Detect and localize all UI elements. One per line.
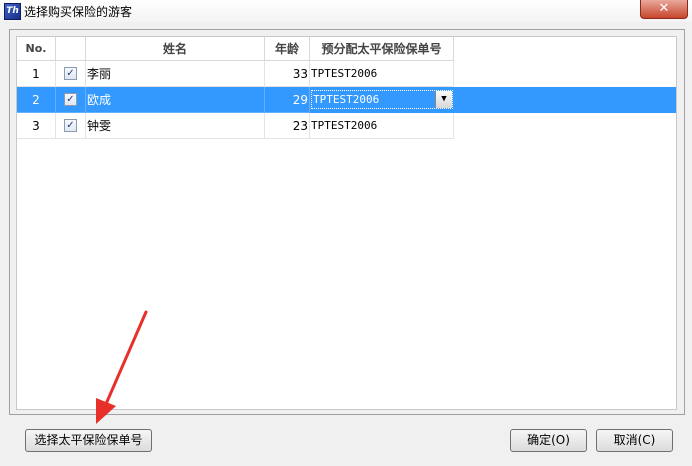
row-number: 3: [17, 113, 56, 139]
window-title: 选择购买保险的游客: [24, 5, 133, 19]
policy-number-dropdown[interactable]: TPTEST2006 ▼: [311, 90, 453, 109]
close-icon: ✕: [658, 1, 670, 16]
title-bar: Th 选择购买保险的游客 ✕: [0, 0, 692, 22]
chevron-down-icon[interactable]: ▼: [435, 91, 452, 108]
row-number: 2: [17, 87, 56, 113]
column-header-policy[interactable]: 预分配太平保险保单号: [310, 37, 454, 61]
row-select-cell: ✓: [56, 61, 86, 87]
row-select-cell: ✓: [56, 113, 86, 139]
tourist-name: 欧成: [86, 87, 265, 113]
tourist-age: 33: [265, 61, 310, 87]
row-number: 1: [17, 61, 56, 87]
tourist-grid[interactable]: No. 姓名 年龄 预分配太平保险保单号 1 ✓ 李丽 33 TPTEST200…: [16, 36, 677, 410]
column-header-no[interactable]: No.: [17, 37, 56, 61]
column-header-select[interactable]: [56, 37, 86, 61]
tourist-age: 29: [265, 87, 310, 113]
row-checkbox[interactable]: ✓: [64, 93, 77, 106]
table-row[interactable]: 3 ✓ 钟雯 23 TPTEST2006: [17, 113, 454, 139]
tourist-name: 钟雯: [86, 113, 265, 139]
ok-button[interactable]: 确定(O): [510, 429, 587, 452]
select-policy-button[interactable]: 选择太平保险保单号: [25, 429, 152, 452]
row-checkbox[interactable]: ✓: [64, 67, 77, 80]
policy-number-value: TPTEST2006: [313, 93, 380, 106]
column-header-name[interactable]: 姓名: [86, 37, 265, 61]
policy-number[interactable]: TPTEST2006: [310, 61, 454, 87]
cancel-button[interactable]: 取消(C): [596, 429, 673, 452]
policy-number[interactable]: TPTEST2006: [310, 113, 454, 139]
column-header-age[interactable]: 年龄: [265, 37, 310, 61]
tourist-name: 李丽: [86, 61, 265, 87]
table-row[interactable]: 1 ✓ 李丽 33 TPTEST2006: [17, 61, 454, 87]
close-button[interactable]: ✕: [640, 0, 688, 19]
row-checkbox[interactable]: ✓: [64, 119, 77, 132]
table-row-selected[interactable]: 2 ✓ 欧成 29 TPTEST2006 ▼: [17, 87, 676, 113]
row-select-cell: ✓: [56, 87, 86, 113]
tourist-age: 23: [265, 113, 310, 139]
app-icon: Th: [4, 3, 21, 20]
